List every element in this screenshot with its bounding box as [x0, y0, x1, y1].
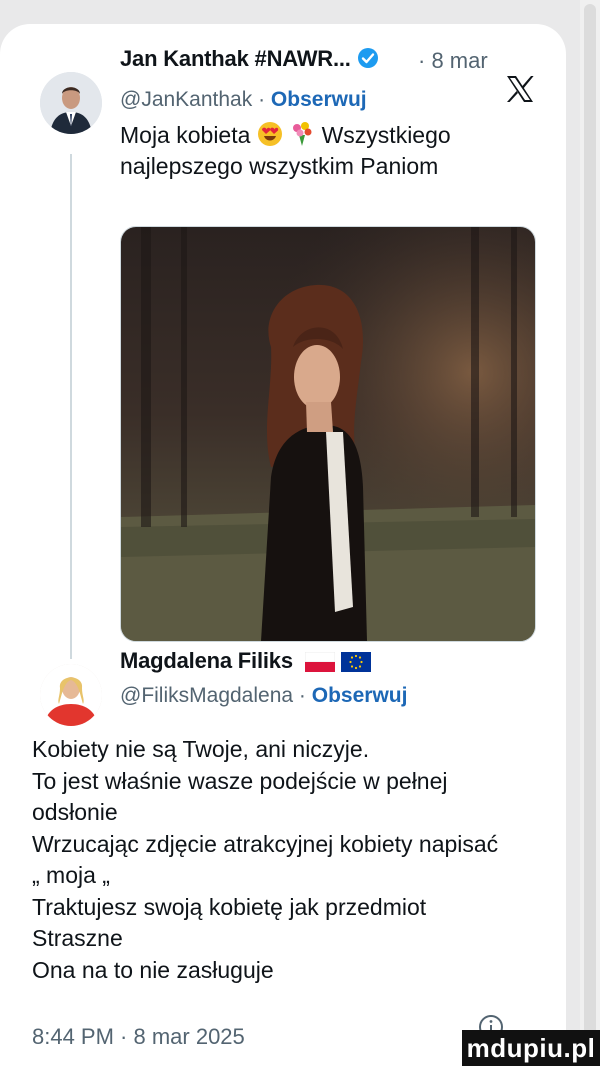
quote-line: Ona na to nie zasługuje — [32, 956, 274, 983]
photo-woman-in-forest-image — [121, 227, 535, 641]
quote-avatar[interactable] — [40, 664, 102, 726]
x-logo-icon[interactable] — [505, 74, 535, 109]
quote-line: „ moja „ — [32, 862, 110, 888]
tweet-photo[interactable] — [120, 226, 536, 642]
author-handle-row: @JanKanthak · Obserwuj — [120, 88, 367, 112]
thread-connector-line — [70, 154, 72, 659]
quote-line: Wrzucając zdjęcie atrakcyjnej kobiety na… — [32, 830, 499, 857]
post-time[interactable]: · 8 mar — [418, 48, 488, 74]
quote-line: Kobiety nie są Twoje, ani niczyje. — [32, 736, 370, 762]
quote-text: Kobiety nie są Twoje, ani niczyje. To je… — [32, 734, 552, 986]
heart-eyes-emoji-icon — [257, 121, 283, 155]
bouquet-emoji-icon — [289, 121, 315, 155]
author-handle[interactable]: @JanKanthak — [120, 88, 252, 111]
verified-badge-icon — [357, 47, 379, 75]
quote-author-name[interactable]: Magdalena Filiks — [120, 648, 371, 678]
quote-line: To jest właśnie wasze podejście w pełnej — [32, 767, 448, 794]
quote-timestamp[interactable]: 8:44 PM · 8 mar 2025 — [32, 1024, 245, 1050]
quote-follow-button[interactable]: Obserwuj — [312, 684, 408, 707]
quote-line: Traktujesz swoją kobietę jak przedmiot — [32, 893, 427, 920]
scrollbar-thumb[interactable] — [584, 4, 596, 1054]
tweet-text-line-1: Moja kobieta Wszystkiego — [120, 120, 451, 155]
separator-dot: · — [298, 684, 306, 707]
tweet-card: Jan Kanthak #NAWR... · 8 mar @JanKanthak… — [0, 24, 566, 1066]
avatar-portrait-icon — [40, 664, 102, 726]
quote-line: odsłonie — [32, 799, 118, 825]
quote-handle-row: @FiliksMagdalena · Obserwuj — [120, 684, 407, 708]
tweet-text-line-2: najlepszego wszystkim Paniom — [120, 153, 439, 179]
quote-line: Straszne — [32, 925, 123, 951]
avatar[interactable] — [40, 72, 102, 134]
site-watermark: mdupiu.pl — [462, 1030, 600, 1066]
eu-flag-icon — [340, 652, 371, 678]
author-name[interactable]: Jan Kanthak #NAWR... — [120, 46, 379, 75]
separator-dot: · — [258, 88, 266, 111]
follow-button[interactable]: Obserwuj — [271, 88, 367, 111]
quote-author-handle[interactable]: @FiliksMagdalena — [120, 684, 293, 707]
avatar-portrait-icon — [40, 72, 102, 134]
poland-flag-icon — [304, 651, 336, 678]
